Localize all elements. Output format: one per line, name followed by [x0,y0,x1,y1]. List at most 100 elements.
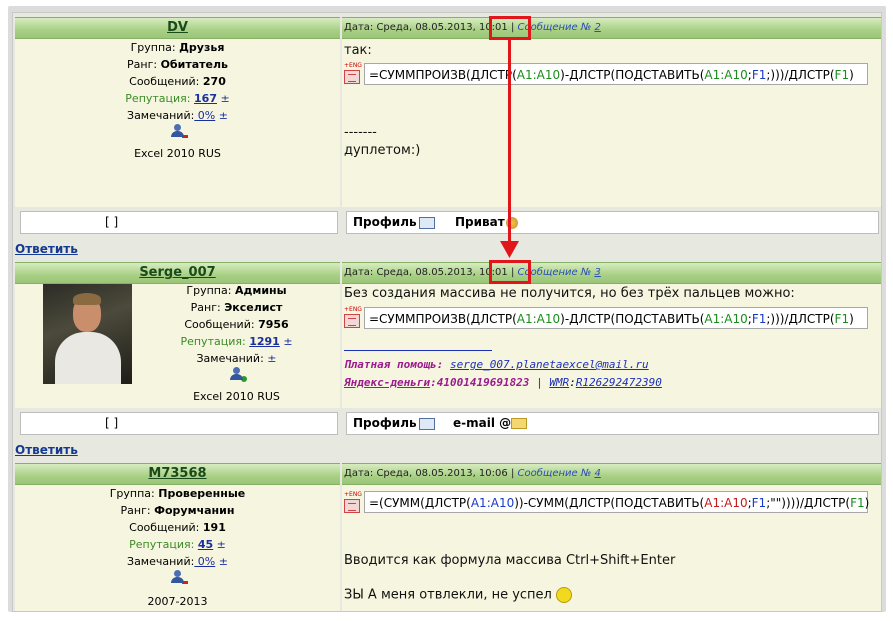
post-date-label: Дата: Среда, 08.05.2013, [344,267,476,278]
user-signature-version: Excel 2010 RUS [134,147,221,160]
time-highlight-box [489,260,531,284]
post-date-label: Дата: Среда, 08.05.2013, [344,22,476,33]
profile-label: Профиль [353,416,417,430]
warnings-label: Замечаний: [196,352,264,365]
footer-box: [ ] [20,211,338,234]
post-text: ЗЫ А меня отвлекли, не успел [344,587,573,603]
wmr-link[interactable]: WMR [549,376,569,389]
post-text: Вводится как формула массива Ctrl+Shift+… [344,553,676,568]
warnings-vote-button[interactable]: ± [219,109,228,122]
formula-part: ) [864,496,870,510]
reputation-link[interactable]: 1291 [249,335,280,348]
email-button[interactable]: e-mail @ [453,416,528,430]
formula-part: ))-СУММ(ДЛСТР(ПОДСТАВИТЬ( [514,496,705,510]
formula-ref: F1 [850,496,865,510]
formula-box[interactable]: =(СУММ(ДЛСТР(A1:A10))-СУММ(ДЛСТР(ПОДСТАВ… [364,491,870,513]
message-number-link[interactable]: 4 [594,468,600,479]
formula-icon[interactable]: +ENG [344,62,362,84]
user-info: Группа: Админы Ранг: Экселист Сообщений:… [133,282,340,405]
formula-box[interactable]: =СУММПРОИЗВ(ДЛСТР(A1:A10)-ДЛСТР(ПОДСТАВИ… [364,63,868,85]
post-footer-left: [ ] [15,207,340,237]
paid-help-email-link[interactable]: serge_007.planetaexcel@mail.ru [450,358,649,371]
formula-part: =СУММПРОИЗВ(ДЛСТР( [369,312,517,326]
profile-card-icon [418,417,435,430]
group-label: Группа: [130,41,176,54]
email-label: e-mail [453,416,495,430]
reputation-vote-button[interactable]: ± [217,538,226,551]
user-info-panel: Группа: Друзья Ранг: Обитатель Сообщений… [15,39,340,207]
separator: | [510,468,515,479]
formula-part: ;""))))/ДЛСТР( [766,496,851,510]
footer-actions: Профиль Приват [346,211,879,234]
formula-part: )-ДЛСТР(ПОДСТАВИТЬ( [560,312,705,326]
yandex-money-link[interactable]: Яндекс-деньги [344,376,430,389]
user-rank: Обитатель [160,58,228,71]
post-footer-right: Профиль Приват [342,207,881,237]
username-link[interactable]: M73568 [15,466,340,481]
warnings-vote-button[interactable]: ± [267,352,276,365]
formula-ref: A1:A10 [516,68,561,82]
reply-link[interactable]: Ответить [15,443,78,457]
warnings-vote-button[interactable]: ± [219,555,228,568]
signature-payments: Яндекс-деньги:41001419691823 | WMR:R1262… [344,376,662,389]
reply-link[interactable]: Ответить [15,242,78,256]
reputation-vote-button[interactable]: ± [283,335,292,348]
screenshot-frame: DV Дата: Среда, 08.05.2013, 10:01 | Сооб… [0,0,893,621]
post-date-label: Дата: Среда, 08.05.2013, 10:06 [344,468,508,479]
footer-actions: Профиль e-mail @ [346,412,879,435]
user-info-panel: Группа: Админы Ранг: Экселист Сообщений:… [15,284,340,408]
formula-ref: A1:A10 [704,312,748,326]
formula-icon-label: +ENG [344,306,362,313]
paid-help-label: Платная помощь: [344,358,444,371]
post-footer-right: Профиль e-mail @ [342,408,881,438]
post-text: ------- [344,125,377,140]
rank-label: Ранг: [120,504,151,517]
user-avatar[interactable] [43,284,132,384]
post-text-content: ЗЫ А меня отвлекли, не успел [344,587,552,603]
post-meta-header: Дата: Среда, 08.05.2013, 10:01 | Сообщен… [342,262,881,284]
post-author-header: M73568 [15,463,340,485]
post-date: Дата: Среда, 08.05.2013, 10:01 | Сообщен… [344,267,601,278]
footer-box-text: [ ] [105,215,119,229]
warnings-link[interactable]: 0% [194,555,215,568]
formula-part: =(СУММ(ДЛСТР( [369,496,471,510]
user-group: Проверенные [158,487,246,500]
wmr-number[interactable]: R126292472390 [576,376,662,389]
warnings-link[interactable]: 0% [194,109,215,122]
formula-icon[interactable]: +ENG [344,306,362,328]
username-link[interactable]: DV [15,20,340,35]
reputation-vote-button[interactable]: ± [220,92,229,105]
post-date: Дата: Среда, 08.05.2013, 10:01 | Сообщен… [344,22,601,33]
user-remove-icon[interactable] [170,570,188,584]
rank-label: Ранг: [190,301,221,314]
message-label: Сообщение № [517,468,592,479]
messages-label: Сообщений: [129,75,200,88]
reputation-link[interactable]: 45 [198,538,213,551]
signature-divider [344,350,492,351]
signature-paid-help: Платная помощь: serge_007.planetaexcel@m… [344,358,649,371]
group-label: Группа: [109,487,155,500]
arrow-line [508,37,511,245]
formula-box[interactable]: =СУММПРОИЗВ(ДЛСТР( A1:A10)-ДЛСТР(ПОДСТАВИ… [364,307,868,329]
profile-label: Профиль [353,215,417,229]
formula-ref: A1:A10 [704,68,748,82]
user-group: Админы [234,284,287,297]
forum-thread: DV Дата: Среда, 08.05.2013, 10:01 | Сооб… [12,12,882,612]
message-number-link[interactable]: 2 [594,22,600,33]
post-date: Дата: Среда, 08.05.2013, 10:06 | Сообщен… [344,468,601,479]
user-info-panel: Группа: Проверенные Ранг: Форумчанин Соо… [15,485,340,611]
separator: | [536,376,543,389]
formula-icon[interactable]: +ENG [344,491,362,513]
message-number-link[interactable]: 3 [594,267,600,278]
reputation-link[interactable]: 167 [194,92,217,105]
footer-box: [ ] [20,412,338,435]
warnings-label: Замечаний: [127,555,195,568]
user-add-icon[interactable] [229,367,247,382]
username-link[interactable]: Serge_007 [15,265,340,280]
post-meta-header: Дата: Среда, 08.05.2013, 10:06 | Сообщен… [342,463,881,485]
post-body: Без создания массива не получится, но бе… [342,284,881,408]
arrow-down-icon [500,241,519,258]
user-remove-icon[interactable] [170,124,188,138]
profile-button[interactable]: Профиль [353,416,435,430]
profile-button[interactable]: Профиль [353,215,435,229]
